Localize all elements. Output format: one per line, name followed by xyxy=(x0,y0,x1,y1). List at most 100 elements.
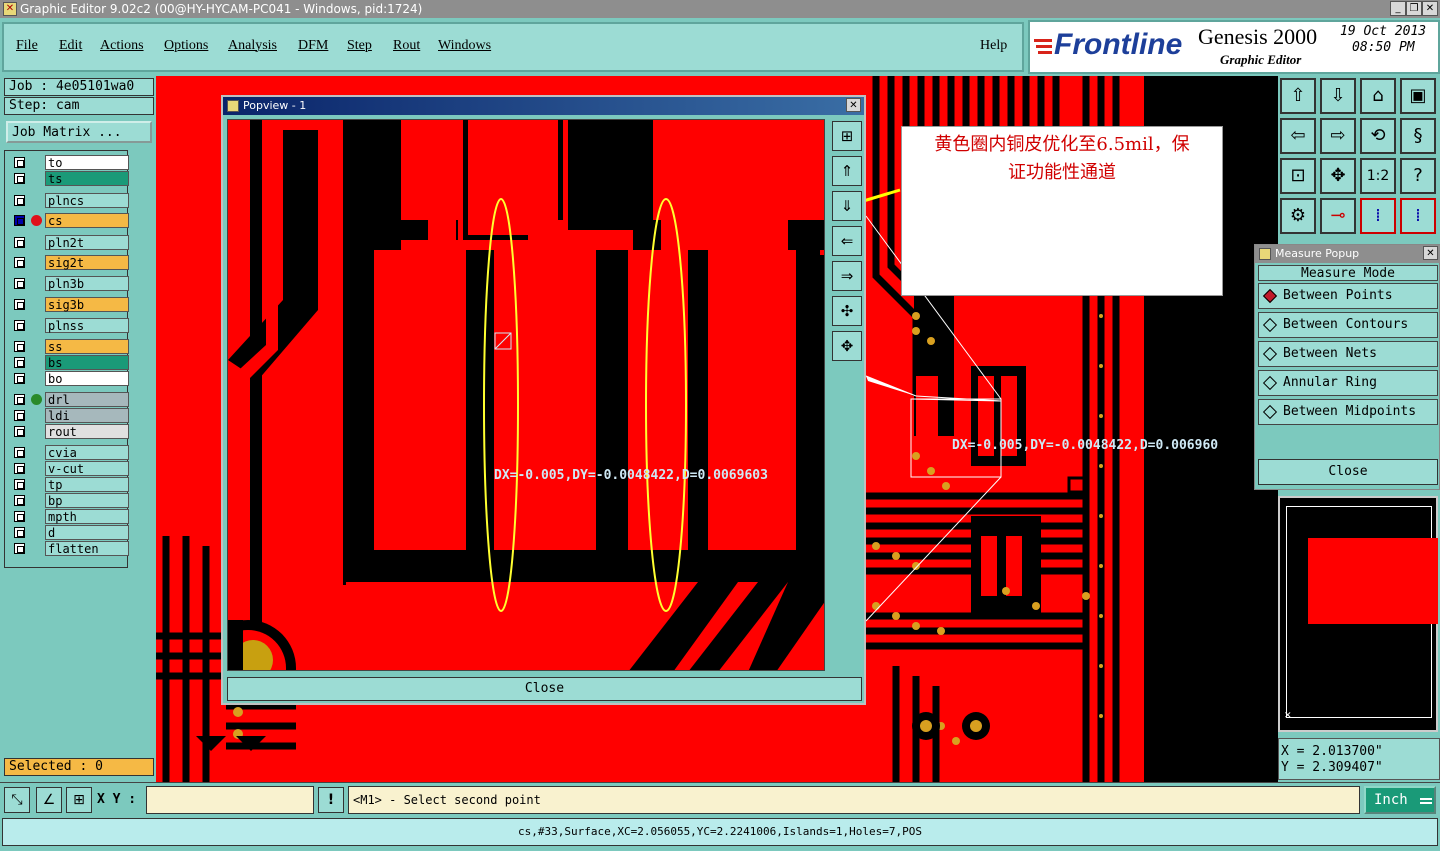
grid-mode-icon[interactable]: ⊞ xyxy=(66,787,92,813)
layer-row-flatten[interactable]: flatten xyxy=(11,541,129,556)
zoom-home-button[interactable]: ⇧ xyxy=(1280,78,1316,114)
layer-row-pln3b[interactable]: pln3b xyxy=(11,276,129,291)
layer-row-ldi[interactable]: ldi xyxy=(11,408,129,423)
units-selector[interactable]: Inch xyxy=(1364,786,1436,814)
maximize-button[interactable]: ❐ xyxy=(1406,1,1422,16)
menu-dfm[interactable]: DFM xyxy=(298,38,328,54)
zoom-fit-button[interactable]: ⊞ xyxy=(832,121,862,151)
pan-right-button[interactable]: ⇒ xyxy=(832,261,862,291)
layer-row-d[interactable]: d xyxy=(11,525,129,540)
pan-right-tool[interactable]: ⇨ xyxy=(1320,118,1356,154)
menu-windows[interactable]: Windows xyxy=(438,38,491,54)
popview-canvas[interactable]: DX=-0.005,DY=-0.0048422,D=0.0069603 xyxy=(227,119,825,671)
layer-row-sig2t[interactable]: sig2t xyxy=(11,255,129,270)
layer-row-ts[interactable]: ts xyxy=(11,171,129,186)
menu-rout[interactable]: Rout xyxy=(393,38,420,54)
pan-down-button[interactable]: ⇓ xyxy=(832,191,862,221)
angle-mode-icon[interactable]: ∠ xyxy=(36,787,62,813)
alert-icon[interactable]: ! xyxy=(318,787,344,813)
job-matrix-button[interactable]: Job Matrix ... xyxy=(6,121,152,143)
layer-checkbox[interactable] xyxy=(14,511,25,522)
menu-edit[interactable]: Edit xyxy=(59,38,82,54)
zoom-area-button[interactable]: ⊡ xyxy=(1280,158,1316,194)
layer-checkbox[interactable] xyxy=(14,527,25,538)
layer-checkbox[interactable] xyxy=(14,215,25,226)
layer-row-to[interactable]: to xyxy=(11,155,129,170)
layer-row-tp[interactable]: tp xyxy=(11,477,129,492)
layer-row-cvia[interactable]: cvia xyxy=(11,445,129,460)
layer-row-rout[interactable]: rout xyxy=(11,424,129,439)
menu-help[interactable]: Help xyxy=(980,38,1007,54)
menu-options[interactable]: Options xyxy=(164,38,208,54)
menu-actions[interactable]: Actions xyxy=(100,38,144,54)
minimize-button[interactable]: _ xyxy=(1390,1,1406,16)
zoom-back-button[interactable]: ⇩ xyxy=(1320,78,1356,114)
menu-step[interactable]: Step xyxy=(347,38,372,54)
measure-tool-button[interactable]: ⊸ xyxy=(1320,198,1356,234)
help-question-button[interactable]: ? xyxy=(1400,158,1436,194)
home-view-button[interactable]: ⌂ xyxy=(1360,78,1396,114)
measure-close-x[interactable]: ✕ xyxy=(1423,246,1438,260)
layer-row-ss[interactable]: ss xyxy=(11,339,129,354)
measure-close-button[interactable]: Close xyxy=(1258,459,1438,485)
measure-option-between-points[interactable]: Between Points xyxy=(1258,283,1438,309)
pan-left-tool[interactable]: ⇦ xyxy=(1280,118,1316,154)
pan-up-button[interactable]: ⇑ xyxy=(832,156,862,186)
redraw-button[interactable]: ⟲ xyxy=(1360,118,1396,154)
product-name: Genesis 2000 xyxy=(1198,24,1318,49)
layer-row-drl[interactable]: drl xyxy=(11,392,129,407)
layer-checkbox[interactable] xyxy=(14,257,25,268)
zoom-scale-button[interactable]: 1:2 xyxy=(1360,158,1396,194)
close-window-button[interactable]: ✕ xyxy=(1422,1,1438,16)
menu-file[interactable]: File xyxy=(16,38,38,54)
measure-option-annular-ring[interactable]: Annular Ring xyxy=(1258,370,1438,396)
snap-mode-icon[interactable]: ⤡ xyxy=(4,787,30,813)
layer-checkbox[interactable] xyxy=(14,426,25,437)
zoom-center-button[interactable]: ✥ xyxy=(1320,158,1356,194)
layer-checkbox[interactable] xyxy=(14,357,25,368)
popview-close-button[interactable]: Close xyxy=(227,677,862,701)
snap-button[interactable]: § xyxy=(1400,118,1436,154)
layer-checkbox[interactable] xyxy=(14,373,25,384)
measure-option-between-midpoints[interactable]: Between Midpoints xyxy=(1258,399,1438,425)
layer-checkbox[interactable] xyxy=(14,447,25,458)
layer-checkbox[interactable] xyxy=(14,394,25,405)
layer-row-bs[interactable]: bs xyxy=(11,355,129,370)
zoom-in-button[interactable]: ✥ xyxy=(832,331,862,361)
layer-checkbox[interactable] xyxy=(14,341,25,352)
pan-left-button[interactable]: ⇐ xyxy=(832,226,862,256)
layer-row-pln2t[interactable]: pln2t xyxy=(11,235,129,250)
layer-checkbox[interactable] xyxy=(14,157,25,168)
layer-checkbox[interactable] xyxy=(14,479,25,490)
measure-option-between-contours[interactable]: Between Contours xyxy=(1258,312,1438,338)
layer-checkbox[interactable] xyxy=(14,195,25,206)
split-view-button[interactable]: ▣ xyxy=(1400,78,1436,114)
xy-input[interactable] xyxy=(146,786,314,814)
layer-checkbox[interactable] xyxy=(14,320,25,331)
layer-checkbox[interactable] xyxy=(14,495,25,506)
layer-row-cs[interactable]: cs xyxy=(11,213,129,228)
popview-close-x[interactable]: ✕ xyxy=(846,98,861,112)
measure-option-between-nets[interactable]: Between Nets xyxy=(1258,341,1438,367)
layer-row-sig3b[interactable]: sig3b xyxy=(11,297,129,312)
layer-name: bs xyxy=(45,355,129,370)
layer-row-mpth[interactable]: mpth xyxy=(11,509,129,524)
zoom-out-button[interactable]: ✣ xyxy=(832,296,862,326)
layer-row-plnss[interactable]: plnss xyxy=(11,318,129,333)
overview-map[interactable]: ✕ xyxy=(1278,496,1438,732)
layer-checkbox[interactable] xyxy=(14,173,25,184)
layer-row-bo[interactable]: bo xyxy=(11,371,129,386)
layer-checkbox[interactable] xyxy=(14,237,25,248)
layer-row-plncs[interactable]: plncs xyxy=(11,193,129,208)
layer-checkbox[interactable] xyxy=(14,299,25,310)
net-highlight-button[interactable]: ⁞ xyxy=(1360,198,1396,234)
net-analyze-button[interactable]: ⁞ xyxy=(1400,198,1436,234)
layer-checkbox[interactable] xyxy=(14,278,25,289)
layer-checkbox[interactable] xyxy=(14,463,25,474)
tool-settings-button[interactable]: ⚙ xyxy=(1280,198,1316,234)
layer-row-v-cut[interactable]: v-cut xyxy=(11,461,129,476)
layer-row-bp[interactable]: bp xyxy=(11,493,129,508)
layer-checkbox[interactable] xyxy=(14,410,25,421)
layer-checkbox[interactable] xyxy=(14,543,25,554)
menu-analysis[interactable]: Analysis xyxy=(228,38,277,54)
